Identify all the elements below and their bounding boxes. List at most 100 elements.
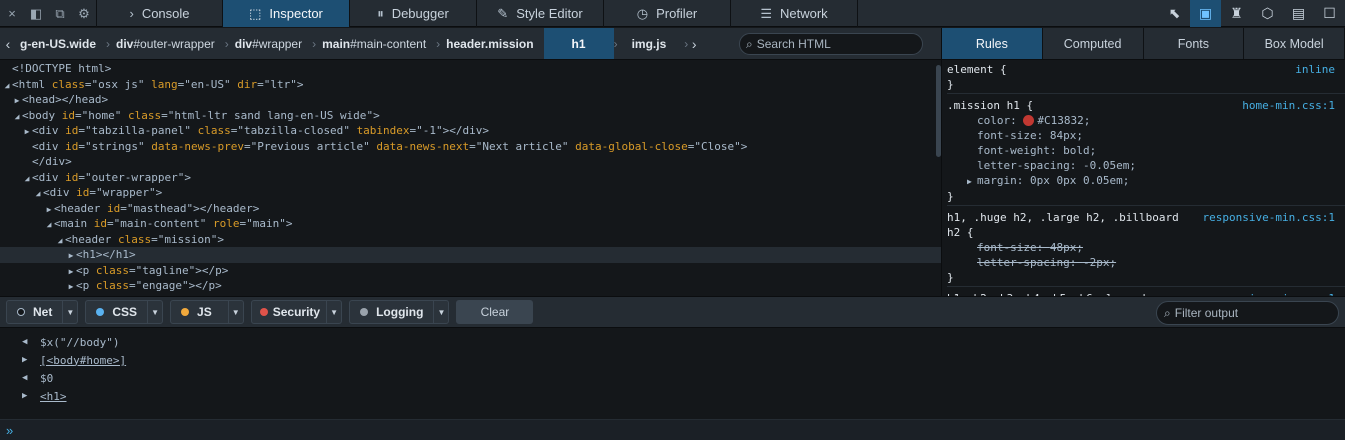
rule-selector[interactable]: h2 { bbox=[947, 225, 1345, 240]
markup-attr-name[interactable]: id bbox=[107, 202, 120, 215]
expand-arrow-icon[interactable]: ▶ bbox=[22, 124, 32, 140]
markup-attr-value[interactable]: outer-wrapper bbox=[92, 171, 178, 184]
rule-source-link[interactable]: inline bbox=[1295, 62, 1335, 77]
markup-node[interactable]: ◢ <main id="main-content" role="main"> bbox=[0, 216, 941, 232]
markup-node[interactable]: ◢ <header class="mission"> bbox=[0, 232, 941, 248]
markup-node[interactable]: ▶ <div id="tabzilla-panel" class="tabzill… bbox=[0, 123, 941, 139]
rule-selector[interactable]: element { bbox=[947, 62, 1345, 77]
markup-node[interactable]: </div> bbox=[0, 154, 941, 170]
css-declaration[interactable]: letter-spacing: -2px; bbox=[947, 255, 1345, 270]
markup-attr-name[interactable]: class bbox=[52, 78, 85, 91]
markup-attr-name[interactable]: dir bbox=[237, 78, 257, 91]
gear-icon[interactable]: ⚙ bbox=[72, 0, 96, 27]
css-declaration[interactable]: letter-spacing: -0.05em; bbox=[947, 158, 1345, 173]
expand-arrow-icon[interactable]: ▶ bbox=[12, 93, 22, 109]
filter-logging-button[interactable]: Logging ▼ bbox=[349, 300, 450, 324]
markup-attr-name[interactable]: class bbox=[128, 109, 161, 122]
markup-node[interactable]: ◢ <body id="home" class="html-ltr sand la… bbox=[0, 108, 941, 124]
collapse-arrow-icon[interactable]: ◢ bbox=[44, 217, 54, 233]
markup-attr-value[interactable]: wrapper bbox=[103, 186, 149, 199]
markup-attr-value[interactable]: Next article bbox=[482, 140, 561, 153]
markup-attr-value[interactable]: -1 bbox=[423, 124, 436, 137]
markup-attr-name[interactable]: class bbox=[118, 233, 151, 246]
filter-output-input[interactable] bbox=[1174, 306, 1325, 320]
markup-attr-value[interactable]: home bbox=[88, 109, 115, 122]
markup-attr-name[interactable]: tabindex bbox=[357, 124, 410, 137]
tab-style-editor[interactable]: ✎ Style Editor bbox=[477, 0, 604, 27]
markup-attr-value[interactable]: osx js bbox=[98, 78, 138, 91]
tab-inspector[interactable]: ⬚ Inspector bbox=[223, 0, 350, 27]
breadcrumb-item[interactable]: div #wrapper bbox=[225, 28, 317, 59]
3d-view-icon[interactable]: ⬡ bbox=[1252, 0, 1283, 27]
console-object-link[interactable]: [<body#home>] bbox=[40, 354, 126, 367]
filter-css-button[interactable]: CSS ▼ bbox=[85, 300, 164, 324]
search-html-input[interactable] bbox=[756, 37, 907, 51]
collapse-arrow-icon[interactable]: ◢ bbox=[33, 186, 43, 202]
markup-attr-value[interactable]: masthead bbox=[133, 202, 186, 215]
markup-attr-name[interactable]: class bbox=[198, 124, 231, 137]
markup-attr-name[interactable]: role bbox=[213, 217, 240, 230]
markup-node[interactable]: <!DOCTYPE html> bbox=[0, 61, 941, 77]
console-input[interactable]: » bbox=[0, 419, 1345, 440]
tab-rules[interactable]: Rules bbox=[942, 28, 1043, 59]
rule-source-link[interactable]: home-min.css:1 bbox=[1242, 98, 1335, 113]
responsive-mode-icon[interactable]: ▤ bbox=[1283, 0, 1314, 27]
property-name[interactable]: letter-spacing bbox=[977, 159, 1070, 172]
collapse-arrow-icon[interactable]: ◢ bbox=[55, 233, 65, 249]
markup-attr-value[interactable]: main bbox=[253, 217, 280, 230]
filter-net-button[interactable]: Net ▼ bbox=[6, 300, 79, 324]
markup-attr-value[interactable]: Previous article bbox=[257, 140, 363, 153]
collapse-arrow-icon[interactable]: ◢ bbox=[2, 78, 12, 94]
separate-window-icon[interactable]: ⧉ bbox=[48, 0, 72, 27]
breadcrumb-scroll-right-icon[interactable]: › bbox=[686, 36, 702, 52]
chevron-down-icon[interactable]: ▼ bbox=[229, 301, 243, 323]
tab-box-model[interactable]: Box Model bbox=[1244, 28, 1345, 59]
markup-attr-name[interactable]: id bbox=[62, 109, 75, 122]
markup-attr-name[interactable]: lang bbox=[151, 78, 178, 91]
tab-profiler[interactable]: ◷ Profiler bbox=[604, 0, 731, 27]
property-name[interactable]: font-size bbox=[977, 241, 1037, 254]
dock-side-icon[interactable]: ◧ bbox=[24, 0, 48, 27]
breadcrumb-item[interactable]: img.js bbox=[614, 28, 688, 59]
markup-node[interactable]: ◢ <div id="wrapper"> bbox=[0, 185, 941, 201]
expand-arrow-icon[interactable]: ▶ bbox=[66, 248, 76, 264]
css-declaration[interactable]: color: #C13832; bbox=[947, 113, 1345, 128]
console-object-link[interactable]: <h1> bbox=[40, 390, 67, 403]
markup-attr-value[interactable]: mission bbox=[164, 233, 210, 246]
pick-element-icon[interactable]: ⬉ bbox=[1159, 0, 1190, 27]
clear-button[interactable]: Clear bbox=[456, 300, 534, 324]
expand-arrow-icon[interactable]: ▶ bbox=[967, 174, 977, 189]
markup-attr-name[interactable]: data-news-prev bbox=[151, 140, 244, 153]
markup-attr-value[interactable]: tabzilla-panel bbox=[92, 124, 185, 137]
markup-attr-name[interactable]: data-news-next bbox=[376, 140, 469, 153]
breadcrumb-item[interactable]: g-en-US.wide bbox=[16, 28, 110, 59]
markup-node[interactable]: ◢ <html class="osx js" lang="en-US" dir="… bbox=[0, 77, 941, 93]
filter-js-button[interactable]: JS ▼ bbox=[170, 300, 244, 324]
property-name[interactable]: margin bbox=[977, 174, 1017, 187]
breadcrumb-scroll-left-icon[interactable]: ‹ bbox=[0, 36, 16, 52]
rule-source-link[interactable]: responsive-min.css:1 bbox=[1203, 210, 1335, 225]
close-icon[interactable]: × bbox=[0, 0, 24, 27]
property-value[interactable]: -0.05em; bbox=[1083, 159, 1136, 172]
tab-network[interactable]: ☰ Network bbox=[731, 0, 858, 27]
tab-debugger[interactable]: ⏸ Debugger bbox=[350, 0, 477, 27]
tab-fonts[interactable]: Fonts bbox=[1144, 28, 1245, 59]
markup-attr-value[interactable]: tabzilla-closed bbox=[244, 124, 343, 137]
markup-attr-name[interactable]: id bbox=[76, 186, 89, 199]
expand-arrow-icon[interactable]: ▶ bbox=[66, 279, 76, 295]
collapse-arrow-icon[interactable]: ◢ bbox=[22, 171, 32, 187]
markup-attr-name[interactable]: id bbox=[65, 140, 78, 153]
markup-attr-name[interactable]: id bbox=[65, 171, 78, 184]
markup-node[interactable]: ◢ <div id="outer-wrapper"> bbox=[0, 170, 941, 186]
property-value[interactable]: #C13832; bbox=[1037, 114, 1090, 127]
markup-attr-name[interactable]: class bbox=[96, 279, 129, 292]
expand-arrow-icon[interactable]: ▶ bbox=[44, 202, 54, 218]
filter-security-button[interactable]: Security ▼ bbox=[250, 300, 343, 324]
breadcrumb-item[interactable]: div #outer-wrapper bbox=[106, 28, 228, 59]
property-name[interactable]: color bbox=[977, 114, 1010, 127]
chevron-down-icon[interactable]: ▼ bbox=[148, 301, 162, 323]
breadcrumb-item[interactable]: main #main-content bbox=[312, 28, 440, 59]
property-value[interactable]: 84px; bbox=[1050, 129, 1083, 142]
search-html-box[interactable]: ⌕ bbox=[739, 33, 923, 55]
markup-node[interactable]: <div id="strings" data-news-prev="Previo… bbox=[0, 139, 941, 155]
